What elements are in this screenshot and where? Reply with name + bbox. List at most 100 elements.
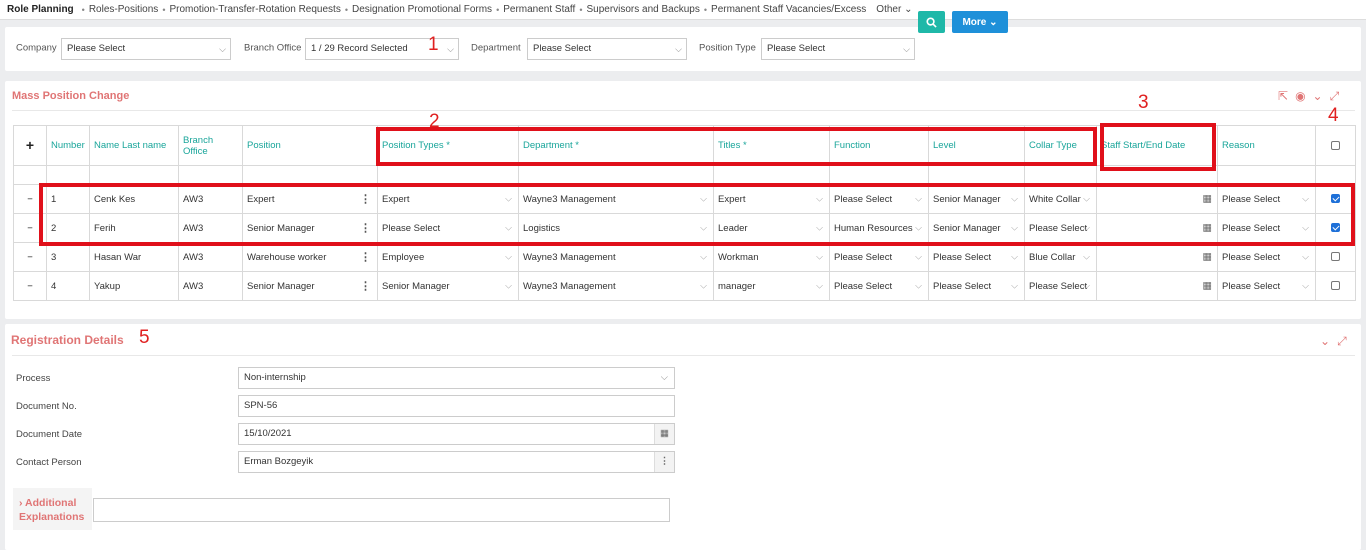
- row-level-select[interactable]: Senior Manager ⌵: [928, 213, 1025, 243]
- nav-promotion-requests[interactable]: Promotion-Transfer-Rotation Requests: [169, 4, 340, 15]
- row-checkbox[interactable]: [1315, 271, 1356, 301]
- select-all-checkbox[interactable]: [1315, 125, 1356, 166]
- additional-explanations-textarea[interactable]: [93, 498, 670, 522]
- row-title-select[interactable]: Workman ⌵: [713, 242, 830, 272]
- row-function-select[interactable]: Please Select ⌵: [829, 271, 929, 301]
- checkbox-checked-icon: [1331, 194, 1340, 204]
- remove-row-button[interactable]: −: [13, 271, 47, 301]
- additional-explanations-toggle[interactable]: › Additional Explanations: [13, 488, 92, 530]
- remove-row-button[interactable]: −: [13, 213, 47, 243]
- more-vertical-icon[interactable]: ⋮: [654, 452, 674, 472]
- checkbox-icon: [1331, 252, 1340, 262]
- row-reason-select[interactable]: Please Select ⌵: [1217, 213, 1316, 243]
- chevron-down-icon: ⌵: [700, 251, 707, 262]
- remove-row-button[interactable]: −: [13, 242, 47, 272]
- row-date-picker[interactable]: ▦: [1096, 242, 1218, 272]
- document-no-field[interactable]: SPN-56: [238, 395, 675, 417]
- nav-roles-positions[interactable]: Roles-Positions: [89, 4, 158, 15]
- row-name: Ferih: [89, 213, 179, 243]
- collapse-icon[interactable]: ⌄: [1313, 89, 1323, 104]
- panel-divider: [12, 355, 1355, 356]
- row-position-type-select[interactable]: Employee ⌵: [377, 242, 519, 272]
- department-select[interactable]: Please Select ⌵: [527, 38, 687, 60]
- chevron-down-icon: ⌵: [1083, 222, 1090, 233]
- chevron-right-icon: ›: [19, 497, 23, 509]
- row-function-select[interactable]: Human Resources ⌵: [829, 213, 929, 243]
- row-date-picker[interactable]: ▦: [1096, 213, 1218, 243]
- row-position-picker[interactable]: Warehouse worker ⋮: [242, 242, 378, 272]
- nav-supervisors-backups[interactable]: Supervisors and Backups: [586, 4, 699, 15]
- expand-icon[interactable]: ⤢: [1330, 89, 1340, 104]
- chevron-down-icon: ⌵: [505, 280, 512, 291]
- row-checkbox[interactable]: [1315, 213, 1356, 243]
- row-position-type-select[interactable]: Senior Manager ⌵: [377, 271, 519, 301]
- row-position-type-select[interactable]: Expert ⌵: [377, 184, 519, 214]
- row-checkbox[interactable]: [1315, 184, 1356, 214]
- add-row-button[interactable]: +: [13, 125, 47, 166]
- more-button[interactable]: More ⌄: [952, 11, 1008, 33]
- empty-cell: [829, 165, 929, 185]
- nav-role-planning[interactable]: Role Planning: [7, 4, 74, 15]
- row-reason-select[interactable]: Please Select ⌵: [1217, 184, 1316, 214]
- row-title-select[interactable]: manager ⌵: [713, 271, 830, 301]
- company-select[interactable]: Please Select ⌵: [61, 38, 231, 60]
- chevron-down-icon: ⌄: [989, 16, 998, 28]
- chevron-down-icon: ⌵: [1083, 280, 1090, 291]
- row-title-select[interactable]: Expert ⌵: [713, 184, 830, 214]
- row-collar-select[interactable]: White Collar ⌵: [1024, 184, 1097, 214]
- row-reason: Please Select: [1222, 251, 1281, 263]
- nav-vacancies-excess[interactable]: Permanent Staff Vacancies/Excess: [711, 4, 866, 15]
- row-date-picker[interactable]: ▦: [1096, 184, 1218, 214]
- eye-icon[interactable]: ◉: [1295, 89, 1305, 104]
- remove-row-button[interactable]: −: [13, 184, 47, 214]
- row-level-select[interactable]: Please Select ⌵: [928, 242, 1025, 272]
- nav-permanent-staff[interactable]: Permanent Staff: [503, 4, 575, 15]
- chevron-down-icon: ⌵: [816, 193, 823, 204]
- position-type-select[interactable]: Please Select ⌵: [761, 38, 915, 60]
- row-function: Human Resources: [834, 222, 913, 234]
- calendar-icon: ▦: [1202, 222, 1212, 234]
- row-department-select[interactable]: Wayne3 Management ⌵: [518, 271, 714, 301]
- row-department-select[interactable]: Logistics ⌵: [518, 213, 714, 243]
- row-collar-select[interactable]: Please Select ⌵: [1024, 271, 1097, 301]
- mass-position-table: + Number Name Last name Branch Office Po…: [13, 125, 1356, 301]
- document-date-label: Document Date: [16, 429, 83, 440]
- row-department-select[interactable]: Wayne3 Management ⌵: [518, 242, 714, 272]
- row-collar-select[interactable]: Please Select ⌵: [1024, 213, 1097, 243]
- registration-title: Registration Details: [11, 333, 124, 347]
- process-select[interactable]: Non-internship ⌵: [238, 367, 675, 389]
- chevron-down-icon: ⌵: [1302, 193, 1309, 204]
- row-function-select[interactable]: Please Select ⌵: [829, 184, 929, 214]
- row-collar: Please Select: [1029, 222, 1088, 234]
- row-title: Leader: [718, 222, 748, 234]
- row-title-select[interactable]: Leader ⌵: [713, 213, 830, 243]
- row-function-select[interactable]: Please Select ⌵: [829, 242, 929, 272]
- contact-person-field[interactable]: Erman Bozgeyik ⋮: [238, 451, 675, 473]
- row-level-select[interactable]: Please Select ⌵: [928, 271, 1025, 301]
- nav-other-menu[interactable]: Other ⌄: [876, 4, 912, 15]
- row-reason: Please Select: [1222, 222, 1281, 234]
- calendar-icon[interactable]: ▦: [654, 424, 674, 444]
- row-department-select[interactable]: Wayne3 Management ⌵: [518, 184, 714, 214]
- document-date-field[interactable]: 15/10/2021 ▦: [238, 423, 675, 445]
- row-reason-select[interactable]: Please Select ⌵: [1217, 242, 1316, 272]
- row-department: Wayne3 Management: [523, 193, 616, 205]
- row-checkbox[interactable]: [1315, 242, 1356, 272]
- row-collar-select[interactable]: Blue Collar ⌵: [1024, 242, 1097, 272]
- expand-icon[interactable]: ⤢: [1337, 334, 1347, 349]
- row-position-type-select[interactable]: Please Select ⌵: [377, 213, 519, 243]
- row-position-picker[interactable]: Senior Manager ⋮: [242, 213, 378, 243]
- empty-cell: [713, 165, 830, 185]
- row-position-picker[interactable]: Senior Manager ⋮: [242, 271, 378, 301]
- nav-designation-forms[interactable]: Designation Promotional Forms: [352, 4, 492, 15]
- row-reason-select[interactable]: Please Select ⌵: [1217, 271, 1316, 301]
- row-position-picker[interactable]: Expert ⋮: [242, 184, 378, 214]
- collapse-icon[interactable]: ⌄: [1320, 334, 1330, 349]
- row-date-picker[interactable]: ▦: [1096, 271, 1218, 301]
- table-row: − 2 Ferih AW3 Senior Manager ⋮ Please Sel…: [13, 213, 1356, 243]
- export-icon[interactable]: ⇱: [1278, 89, 1288, 104]
- search-button[interactable]: [918, 11, 945, 33]
- row-level-select[interactable]: Senior Manager ⌵: [928, 184, 1025, 214]
- col-titles: Titles *: [713, 125, 830, 166]
- panel-divider: [12, 110, 1355, 111]
